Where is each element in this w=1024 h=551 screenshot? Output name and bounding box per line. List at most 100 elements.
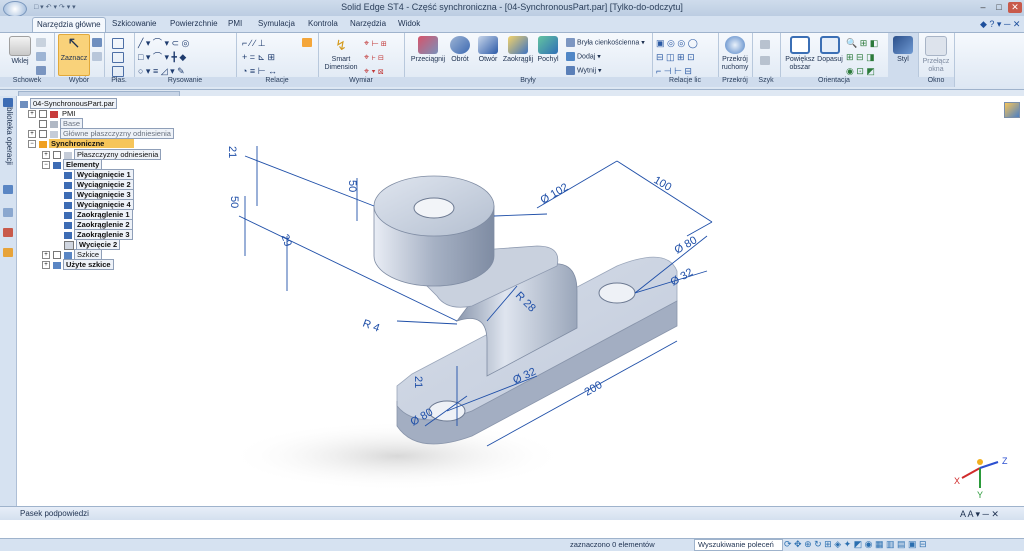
extrude-button[interactable]: Przeciągnij [410,36,446,64]
zoom-area-label-2: obszar [789,64,811,71]
tree-main-planes[interactable]: + Główne płaszczyzny odniesienia [28,128,174,139]
draw-line-tools[interactable]: ╱ ▾ ⌒ ▾ ⊂ ◎ □ ▾ ⌒ ▾ ╋ ◆ ○ ▾ ≡ ◿ ▾ ✎ [138,36,189,78]
tab-pmi[interactable]: PMI [224,17,246,32]
relation-handle-icon[interactable] [302,38,312,47]
paste-button[interactable]: Wklej [6,36,34,66]
group-label-window: Okno [918,77,954,87]
prompt-bar: Pasek podpowiedzi A A ▾ ─ ✕ [0,506,1024,521]
zoom-area-label-1: Powiększ [785,56,815,63]
plane-angle-icon[interactable] [112,66,124,77]
thin-wall-button[interactable]: Bryła cienkościenna ▾ [566,38,645,47]
tab-view[interactable]: Widok [394,17,424,32]
layers-tab-icon[interactable] [3,185,13,194]
style-button[interactable]: Styl [890,36,916,64]
plane-offset-icon[interactable] [112,52,124,63]
format-painter-icon[interactable] [36,66,46,75]
tab-sketching[interactable]: Szkicowanie [108,17,160,32]
sensors-tab-icon[interactable] [3,208,13,217]
dim-200[interactable]: 200 [583,379,605,399]
dynamic-section-button[interactable]: Przekrój ruchomy [720,36,750,72]
tab-simulation[interactable]: Symulacja [254,17,299,32]
plane-icon[interactable] [112,38,124,49]
face-relation-tools[interactable]: ▣ ◎ ◎ ◯ ⊟ ◫ ⊞ ⊡ ⌐ ⊣ ⊢ ⊟ [656,36,698,78]
group-label-pattern: Szyk [752,77,780,87]
revolve-label: Obrót [451,56,469,63]
zoom-area-icon [790,36,810,54]
extrude-feature-icon [64,201,72,209]
dim-100[interactable]: 100 [652,174,674,194]
tab-tools[interactable]: Narzędzia [346,17,390,32]
group-label-planes: Płas. [104,77,134,87]
prompt-area [0,520,1024,538]
hole-button[interactable]: Otwór [474,36,502,64]
group-label-draw: Rysowanie [134,77,236,87]
tree-ref-planes[interactable]: + Płaszczyzny odniesienia [42,149,174,160]
fit-button[interactable]: Dopasuj [816,36,844,64]
dim-21-bottom[interactable]: 21 [412,376,424,388]
tab-surfaces[interactable]: Powierzchnie [166,17,222,32]
switch-window-button[interactable]: Przełącz okna [920,36,952,74]
paste-label: Wklej [11,58,29,65]
draft-button[interactable]: Pochyl [534,36,562,64]
dim-29[interactable]: 29 [278,233,293,249]
minimize-button[interactable]: – [976,2,990,13]
smart-dimension-button[interactable]: ↯ Smart Dimension [322,36,360,72]
hole-icon [478,36,498,54]
command-search-field[interactable]: Wyszukiwanie poleceń [694,539,783,551]
maximize-button[interactable]: □ [992,2,1006,13]
fit-icon [820,36,840,54]
group-label-face-relations: Relacje lic [652,77,718,87]
colors-tab-icon[interactable] [3,248,13,257]
pattern-icon[interactable] [760,40,770,49]
cut-solid-icon [566,66,575,75]
draft-label: Pochyl [537,56,559,63]
prompt-bar-controls[interactable]: A A ▾ ─ ✕ [960,509,999,520]
dim-radius-4[interactable]: R 4 [361,318,381,335]
tree-root[interactable]: 04-SynchronousPart.par [20,98,174,109]
ribbon-tabs: Narzędzia główne Szkicowanie Powierzchni… [0,16,1024,33]
tree-used-sketches[interactable]: + Użyte szkice [42,259,174,270]
extrude-icon [418,36,438,54]
dim-diameter-102[interactable]: Ø 102 [539,181,571,206]
ground-shadow [227,421,567,491]
status-view-tools[interactable]: ⟳ ✥ ⊕ ↻ ⊞ ◈ ✦ ◩ ◉ ▦ ▥ ▤ ▣ ⊟ [784,539,927,550]
boss-hole [413,197,455,219]
cut-button[interactable]: Wytnij ▾ [566,66,601,75]
dim-50-boss[interactable]: 50 [346,180,358,192]
view-style-icon[interactable] [1004,102,1020,118]
dynamic-section-label-1: Przekrój [722,56,748,63]
view-triad[interactable]: X Y Z [954,456,1008,500]
hole-label: Otwór [478,56,498,63]
help-icon[interactable]: ◆ ? ▾ ─ ✕ [980,19,1020,30]
paste-icon [9,36,31,56]
relation-tools[interactable]: ⌐ ∕ ∕ ⊥ + = ⊾ ⊞ ◔ ≡ ⊢ ↔ [242,36,277,78]
dynamic-section-label-2: ruchomy [721,64,749,71]
part-file-icon [20,100,28,108]
triad-z-label: Z [1002,456,1008,466]
cut-icon[interactable] [36,38,46,47]
tab-home[interactable]: Narzędzia główne [32,17,106,33]
smart-dimension-label-1: Smart [331,56,351,63]
select-filter-icon[interactable] [92,38,102,47]
mirror-icon[interactable] [760,56,770,65]
revolve-button[interactable]: Obrót [446,36,474,64]
zoom-area-button[interactable]: Powiększ obszar [784,36,816,72]
group-label-clipboard: Schowek [0,77,54,87]
tab-inspect[interactable]: Kontrola [304,17,342,32]
select-button[interactable]: ↖ Zaznacz [58,34,90,76]
library-tab-icon[interactable] [3,228,13,237]
round-button[interactable]: Zaokrąglij [502,36,534,64]
copy-icon[interactable] [36,52,46,61]
group-label-select: Wybór [54,77,104,87]
select-box-icon[interactable] [92,52,102,61]
tree-pmi[interactable]: + PMI [28,109,174,119]
thin-wall-icon [566,38,575,47]
dim-50-left[interactable]: 50 [228,196,240,208]
dimension-tools[interactable]: ⌖ ⊢ ⊞ ⌖ ⊦ ⊟ ⌖ ▾ ⊠ [364,36,387,78]
close-button[interactable]: ✕ [1008,2,1022,13]
view-orient-tools[interactable]: 🔍 ⊞ ◧ ⊞ ⊟ ◨ ◉ ⊡ ◩ [846,36,878,78]
dim-21-top[interactable]: 21 [226,146,238,158]
pathfinder-tab-icon[interactable] [3,98,13,107]
ref-planes-icon [64,151,72,159]
add-button[interactable]: Dodaj ▾ [566,52,601,61]
